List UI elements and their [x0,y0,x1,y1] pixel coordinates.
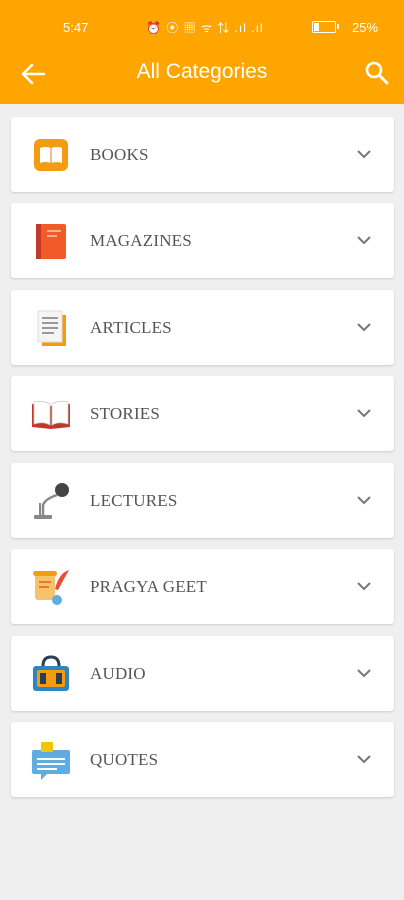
category-label: ARTICLES [90,318,172,337]
battery-tip [337,24,339,29]
category-item-pragya-geet[interactable]: PRAGYA GEET [11,549,394,624]
category-item-magazines[interactable]: MAGAZINES [11,203,394,278]
chevron-down-icon[interactable] [355,320,373,334]
category-item-lectures[interactable]: LECTURES [11,463,394,538]
chevron-down-icon[interactable] [355,147,373,161]
search-icon [365,61,389,85]
category-label: BOOKS [90,145,149,164]
chevron-down-icon[interactable] [355,233,373,247]
open-book-icon [32,400,70,429]
app-bar: 5:47 ⏰ ⦿ ▦ ᯤ ⇅ .ıl .ıl 25% All Categorie… [0,0,404,104]
microphone-icon [34,483,69,519]
category-label: MAGAZINES [90,231,192,250]
category-item-articles[interactable]: ARTICLES [11,290,394,365]
chevron-down-icon[interactable] [355,406,373,420]
chevron-down-icon[interactable] [355,752,373,766]
category-item-books[interactable]: BOOKS [11,117,394,192]
chevron-down-icon[interactable] [355,579,373,593]
category-label: QUOTES [90,750,159,769]
category-label: LECTURES [90,491,178,510]
category-item-quotes[interactable]: QUOTES [11,722,394,797]
chevron-down-icon[interactable] [355,493,373,507]
article-icon [37,310,66,346]
category-label: PRAGYA GEET [90,577,207,596]
quote-bubble-icon [32,742,70,780]
status-time: 5:47 [63,20,89,35]
audio-bag-icon [33,655,69,691]
scroll-quill-icon [33,570,69,605]
category-label: AUDIO [90,664,146,683]
magazine-icon [36,224,66,259]
page-title: All Categories [136,60,268,83]
category-label: STORIES [90,404,161,423]
chevron-down-icon[interactable] [355,666,373,680]
status-icons: ⏰ ⦿ ▦ ᯤ ⇅ .ıl .ıl [146,21,264,35]
battery-icon [312,21,336,33]
search-button[interactable] [362,58,392,88]
category-item-audio[interactable]: AUDIO [11,636,394,711]
battery-percent: 25% [352,20,379,35]
status-bar: 5:47 ⏰ ⦿ ▦ ᯤ ⇅ .ıl .ıl 25% [0,0,404,56]
category-item-stories[interactable]: STORIES [11,376,394,451]
book-icon [34,139,68,171]
